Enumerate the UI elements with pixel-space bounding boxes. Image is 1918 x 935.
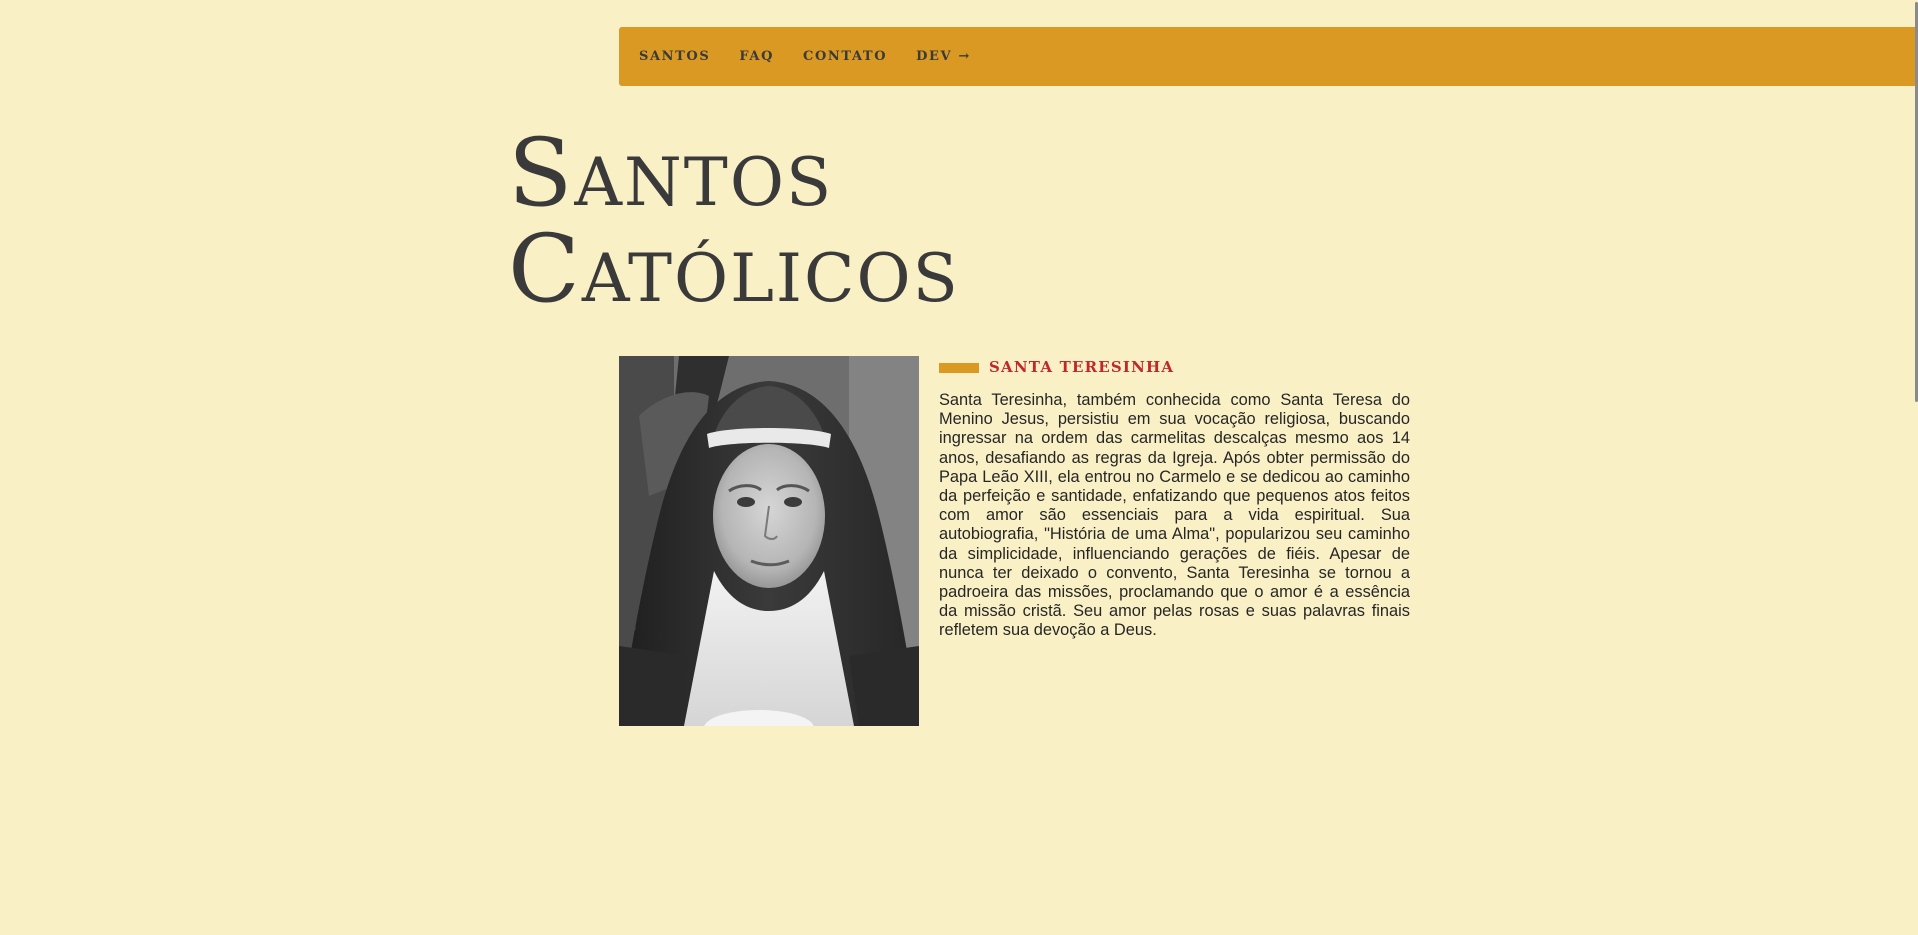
nav-link-contato[interactable]: CONTATO xyxy=(803,49,887,64)
nav-link-santos[interactable]: SANTOS xyxy=(639,49,710,64)
page-title: Santos Católicos xyxy=(508,126,960,318)
nav-link-faq[interactable]: FAQ xyxy=(739,49,774,64)
saint-photo xyxy=(619,356,919,726)
page-title-line-1: Santos xyxy=(508,119,834,228)
page-title-line-2: Católicos xyxy=(508,215,960,324)
nav-link-dev[interactable]: DEV → xyxy=(916,49,971,64)
section-accent-bar xyxy=(939,363,979,373)
main-navigation: SANTOS FAQ CONTATO DEV → xyxy=(619,27,1918,86)
saint-description: Santa Teresinha, também conhecida como S… xyxy=(939,391,1410,640)
saint-name-heading: SANTA TERESINHA xyxy=(989,358,1175,376)
